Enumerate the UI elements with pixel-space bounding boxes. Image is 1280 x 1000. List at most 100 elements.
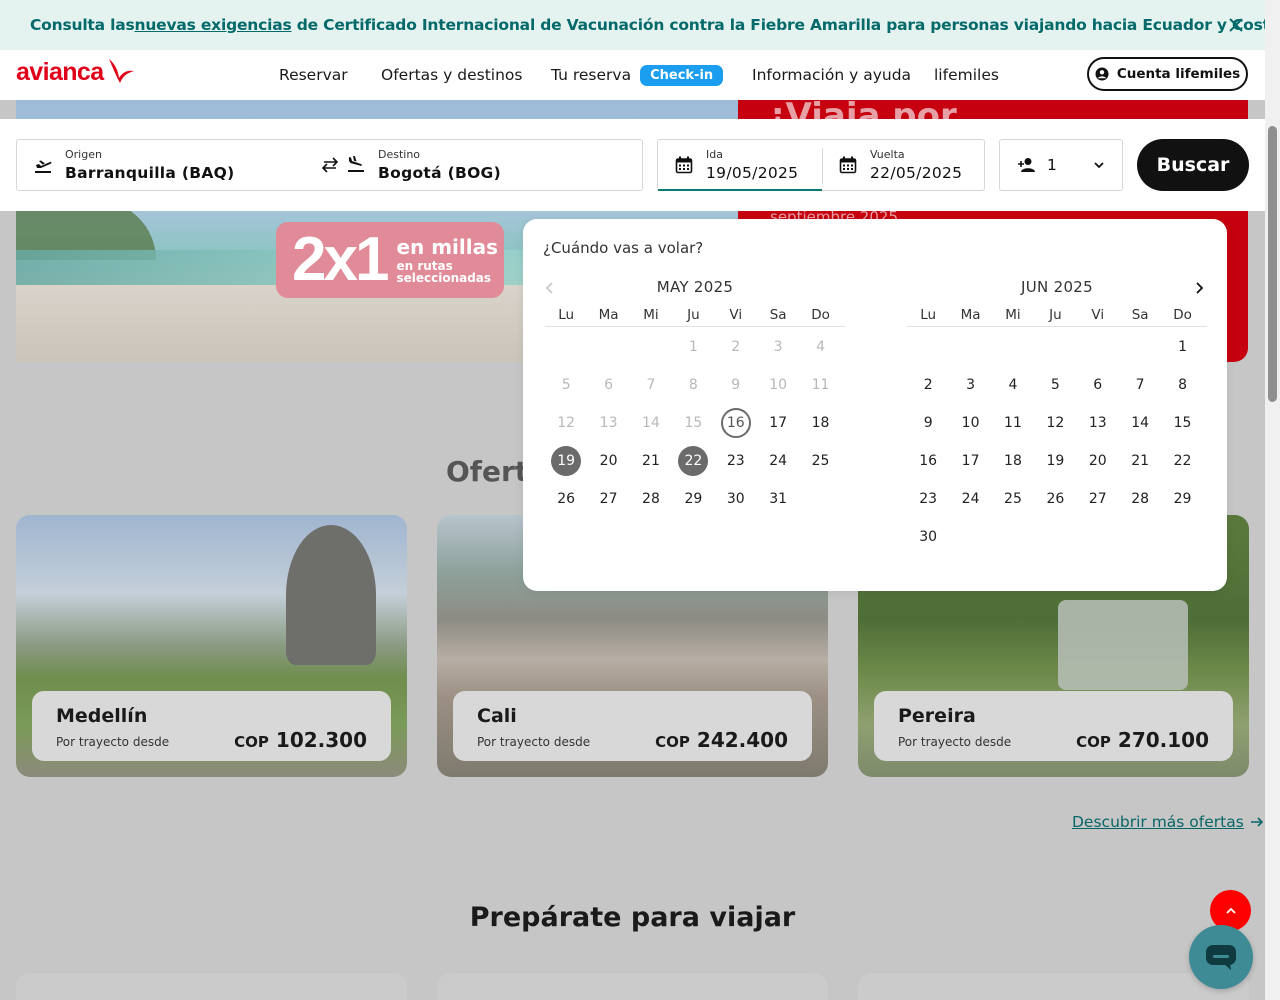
offer-card-info: Pereira Por trayecto desde COP 270.100 [874,691,1233,761]
calendar-day[interactable]: 15 [1161,404,1203,442]
alert-link[interactable]: nuevas exigencias [135,16,292,34]
calendar-day[interactable]: 30 [907,518,949,556]
nav-ofertas-destinos[interactable]: Ofertas y destinos [381,50,522,100]
calendar-day[interactable]: 27 [1077,480,1119,518]
calendar-day[interactable]: 22 [672,442,714,480]
calendar-day[interactable]: 19 [1034,442,1076,480]
alert-banner: Consulta lasnuevas exigencias de Certifi… [0,0,1280,50]
calendar-day[interactable]: 22 [1161,442,1203,480]
calendar-day: 11 [811,377,830,393]
month-title: JUN 2025 [1021,278,1093,296]
calendar-day[interactable]: 2 [907,366,949,404]
calendar-day[interactable]: 29 [672,480,714,518]
weekday-label: Do [1173,307,1192,323]
offer-from-label: Por trayecto desde [477,735,591,749]
calendar-day[interactable]: 12 [1034,404,1076,442]
calendar-day[interactable]: 18 [799,404,841,442]
calendar-day[interactable]: 25 [799,442,841,480]
offer-price-value: 242.400 [696,728,788,752]
calendar-day[interactable]: 30 [715,480,757,518]
promo-badge: 2x1 en millas en rutas seleccionadas [276,222,504,298]
calendar-day[interactable]: 20 [587,442,629,480]
calendar-day: 10 [769,377,788,393]
calendar-day: 4 [816,339,825,355]
calendar-day[interactable]: 24 [949,480,991,518]
calendar-day[interactable]: 8 [1161,366,1203,404]
return-date-value[interactable]: 22/05/2025 [870,164,962,182]
calendar-day[interactable]: 7 [1119,366,1161,404]
avianca-logo[interactable]: avianca [16,58,135,87]
account-button-label: Cuenta lifemiles [1116,66,1241,82]
calendar-day[interactable]: 27 [587,480,629,518]
nav-reservar[interactable]: Reservar [279,50,348,100]
calendar-day[interactable]: 6 [1077,366,1119,404]
calendar-day[interactable]: 9 [907,404,949,442]
calendar-day[interactable]: 14 [1119,404,1161,442]
calendar-day[interactable]: 16 [715,404,757,442]
depart-label: Ida [706,148,723,161]
chevron-down-icon [1094,162,1104,169]
arrow-right-icon [1250,817,1263,827]
calendar-day[interactable]: 31 [757,480,799,518]
depart-date-value[interactable]: 19/05/2025 [706,164,798,182]
calendar-day[interactable]: 13 [1077,404,1119,442]
search-button[interactable]: Buscar [1137,139,1249,191]
close-icon[interactable] [1225,14,1247,36]
calendar-day[interactable]: 4 [992,366,1034,404]
alert-prefix: Consulta las [30,16,135,34]
swap-icon[interactable] [320,156,340,174]
calendar-day: 8 [688,377,698,393]
calendar-day[interactable]: 18 [992,442,1034,480]
weekday-label: Sa [1131,307,1149,323]
destination-value[interactable]: Bogotá (BOG) [378,164,501,182]
nav-informacion-ayuda[interactable]: Información y ayuda [752,50,911,100]
calendar-day[interactable]: 11 [992,404,1034,442]
calendar-day[interactable]: 1 [1161,328,1203,366]
calendar-day[interactable]: 28 [1119,480,1161,518]
calendar-day[interactable]: 16 [907,442,949,480]
calendar-day[interactable]: 26 [1034,480,1076,518]
calendar-day[interactable]: 3 [949,366,991,404]
passengers-selector[interactable]: 1 [999,139,1123,191]
more-offers-link[interactable]: Descubrir más ofertas [1072,813,1264,831]
site-header: avianca Reservar Ofertas y destinos Tu r… [0,50,1265,100]
chat-button[interactable] [1189,925,1253,989]
add-person-icon [1018,158,1035,172]
calendar-day[interactable]: 17 [949,442,991,480]
promo-big-text: 2x1 [292,225,389,294]
scrollbar-thumb[interactable] [1268,126,1277,402]
nav-lifemiles[interactable]: lifemiles [934,50,999,100]
checkin-badge[interactable]: Check-in [640,64,724,86]
calendar-day[interactable]: 5 [1034,366,1076,404]
calendar-day[interactable]: 17 [757,404,799,442]
prepare-card[interactable] [437,973,828,1000]
prepare-card[interactable] [16,973,407,1000]
offer-city: Medellín [56,705,148,727]
calendar-day[interactable]: 21 [1119,442,1161,480]
calendar-day[interactable]: 23 [715,442,757,480]
calendar-day[interactable]: 21 [630,442,672,480]
offer-currency: COP [655,733,690,751]
calendar-day: 2 [731,339,741,355]
calendar-day[interactable]: 23 [907,480,949,518]
calendar-day[interactable]: 19 [545,442,587,480]
nav-tu-reserva[interactable]: Tu reserva Check-in [551,50,724,100]
calendar-day[interactable]: 29 [1161,480,1203,518]
account-button[interactable]: Cuenta lifemiles [1087,57,1248,91]
offer-currency: COP [234,733,269,751]
passenger-count: 1 [1047,156,1058,174]
calendar-icon [839,156,857,174]
prepare-card[interactable] [858,973,1249,1000]
calendar-day[interactable]: 26 [545,480,587,518]
calendar-day[interactable]: 20 [1077,442,1119,480]
calendar-day[interactable]: 25 [992,480,1034,518]
offer-city: Cali [477,705,517,727]
offer-price-value: 270.100 [1117,728,1209,752]
offer-from-label: Por trayecto desde [898,735,1012,749]
calendar-day[interactable]: 28 [630,480,672,518]
calendar-day[interactable]: 24 [757,442,799,480]
page-scrollbar[interactable] [1265,0,1280,1000]
offer-card-medellin[interactable]: Medellín Por trayecto desde COP 102.300 [16,515,407,777]
calendar-day[interactable]: 10 [949,404,991,442]
origin-value[interactable]: Barranquilla (BAQ) [65,164,235,182]
